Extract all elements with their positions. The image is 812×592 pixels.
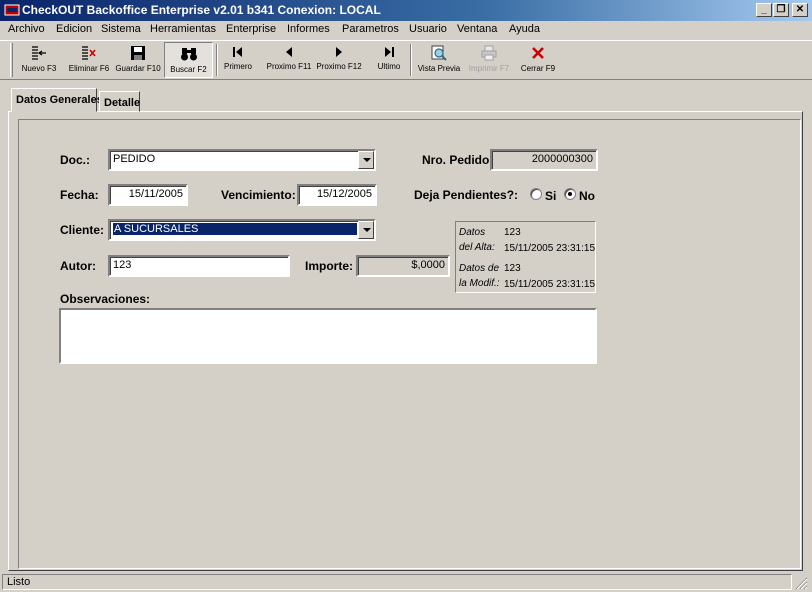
alta-date: 15/11/2005 23:31:15 xyxy=(504,243,596,254)
vencimiento-label: Vencimiento: xyxy=(221,188,296,202)
new-record-icon xyxy=(32,46,46,60)
importe-field: $,0000 xyxy=(356,255,450,277)
status-text: Listo xyxy=(2,574,792,590)
cerrar-button[interactable]: Cerrar F9 xyxy=(516,42,560,78)
si-radio[interactable] xyxy=(530,188,542,200)
menu-ventana[interactable]: Ventana xyxy=(457,23,497,35)
doc-value: PEDIDO xyxy=(113,153,156,165)
alta-label-line1: Datos xyxy=(459,227,486,238)
minimize-button[interactable]: _ xyxy=(756,3,772,17)
close-button[interactable]: ✕ xyxy=(792,3,808,17)
close-x-icon xyxy=(532,47,544,59)
imprimir-button[interactable]: Imprimir F7 xyxy=(466,42,512,78)
previous-record-icon xyxy=(286,47,292,57)
menu-parametros[interactable]: Parametros xyxy=(342,23,399,35)
menu-usuario[interactable]: Usuario xyxy=(409,23,447,35)
si-label[interactable]: Si xyxy=(545,189,556,203)
vencimiento-input[interactable]: 15/12/2005 xyxy=(297,184,377,206)
next-record-icon xyxy=(336,47,342,57)
no-radio[interactable] xyxy=(564,188,576,200)
autor-label: Autor: xyxy=(60,259,96,273)
observaciones-label: Observaciones: xyxy=(60,292,151,306)
menu-herramientas[interactable]: Herramientas xyxy=(150,23,216,35)
title-bar: CheckOUT Backoffice Enterprise v2.01 b34… xyxy=(0,0,812,21)
window-title: CheckOUT Backoffice Enterprise v2.01 b34… xyxy=(22,3,381,17)
toolbar-grip[interactable] xyxy=(10,43,13,77)
importe-label: Importe: xyxy=(305,259,353,273)
print-preview-icon xyxy=(431,45,447,61)
modif-label-line2: la Modif.: xyxy=(459,278,500,289)
modif-label-line1: Datos de xyxy=(459,263,500,274)
menu-informes[interactable]: Informes xyxy=(287,23,330,35)
nro-pedido-label: Nro. Pedido: xyxy=(422,153,494,167)
doc-select[interactable]: PEDIDO xyxy=(108,149,376,171)
proximo-f11-button[interactable]: Proximo F11 xyxy=(264,42,314,78)
vista-previa-button[interactable]: Vista Previa xyxy=(414,42,464,78)
nuevo-button[interactable]: Nuevo F3 xyxy=(16,42,62,78)
doc-dropdown-button[interactable] xyxy=(358,151,374,169)
tab-datos-generales[interactable]: Datos Generales xyxy=(11,88,103,112)
last-record-icon xyxy=(385,47,394,57)
menu-edicion[interactable]: Edicion xyxy=(56,23,92,35)
modif-date: 15/11/2005 23:31:15 xyxy=(504,279,596,290)
restore-button[interactable]: ❐ xyxy=(773,3,789,17)
eliminar-button[interactable]: Eliminar F6 xyxy=(66,42,112,78)
fecha-label: Fecha: xyxy=(60,188,99,202)
cliente-value: A SUCURSALES xyxy=(113,223,357,235)
modif-user: 123 xyxy=(504,263,521,274)
doc-label: Doc.: xyxy=(60,153,90,167)
delete-record-icon xyxy=(82,46,96,60)
save-disk-icon xyxy=(131,46,145,60)
nro-pedido-field: 2000000300 xyxy=(490,149,598,171)
printer-icon xyxy=(481,45,497,61)
primero-button[interactable]: Primero xyxy=(220,42,256,78)
buscar-button[interactable]: Buscar F2 xyxy=(164,42,213,78)
menu-archivo[interactable]: Archivo xyxy=(8,23,45,35)
toolbar-separator xyxy=(410,44,412,76)
fecha-input[interactable]: 15/11/2005 xyxy=(108,184,188,206)
first-record-icon xyxy=(233,47,242,57)
menu-enterprise[interactable]: Enterprise xyxy=(226,23,276,35)
ultimo-button[interactable]: Ultimo xyxy=(370,42,408,78)
menu-ayuda[interactable]: Ayuda xyxy=(509,23,540,35)
alta-label-line2: del Alta: xyxy=(459,242,495,253)
toolbar-separator xyxy=(216,44,218,76)
deja-pendientes-label: Deja Pendientes?: xyxy=(414,188,519,202)
cliente-label: Cliente: xyxy=(60,223,105,237)
autor-input[interactable]: 123 xyxy=(108,255,290,277)
observaciones-textarea[interactable] xyxy=(59,308,597,364)
guardar-button[interactable]: Guardar F10 xyxy=(114,42,162,78)
app-icon xyxy=(4,4,20,16)
resize-grip-icon[interactable] xyxy=(794,576,808,590)
cliente-dropdown-button[interactable] xyxy=(358,221,374,239)
cliente-select[interactable]: A SUCURSALES xyxy=(108,219,376,241)
tab-detalle[interactable]: Detalle xyxy=(99,91,140,112)
menu-sistema[interactable]: Sistema xyxy=(101,23,141,35)
proximo-f12-button[interactable]: Proximo F12 xyxy=(314,42,364,78)
binoculars-icon xyxy=(180,48,197,61)
no-label[interactable]: No xyxy=(579,189,595,203)
alta-user: 123 xyxy=(504,227,521,238)
